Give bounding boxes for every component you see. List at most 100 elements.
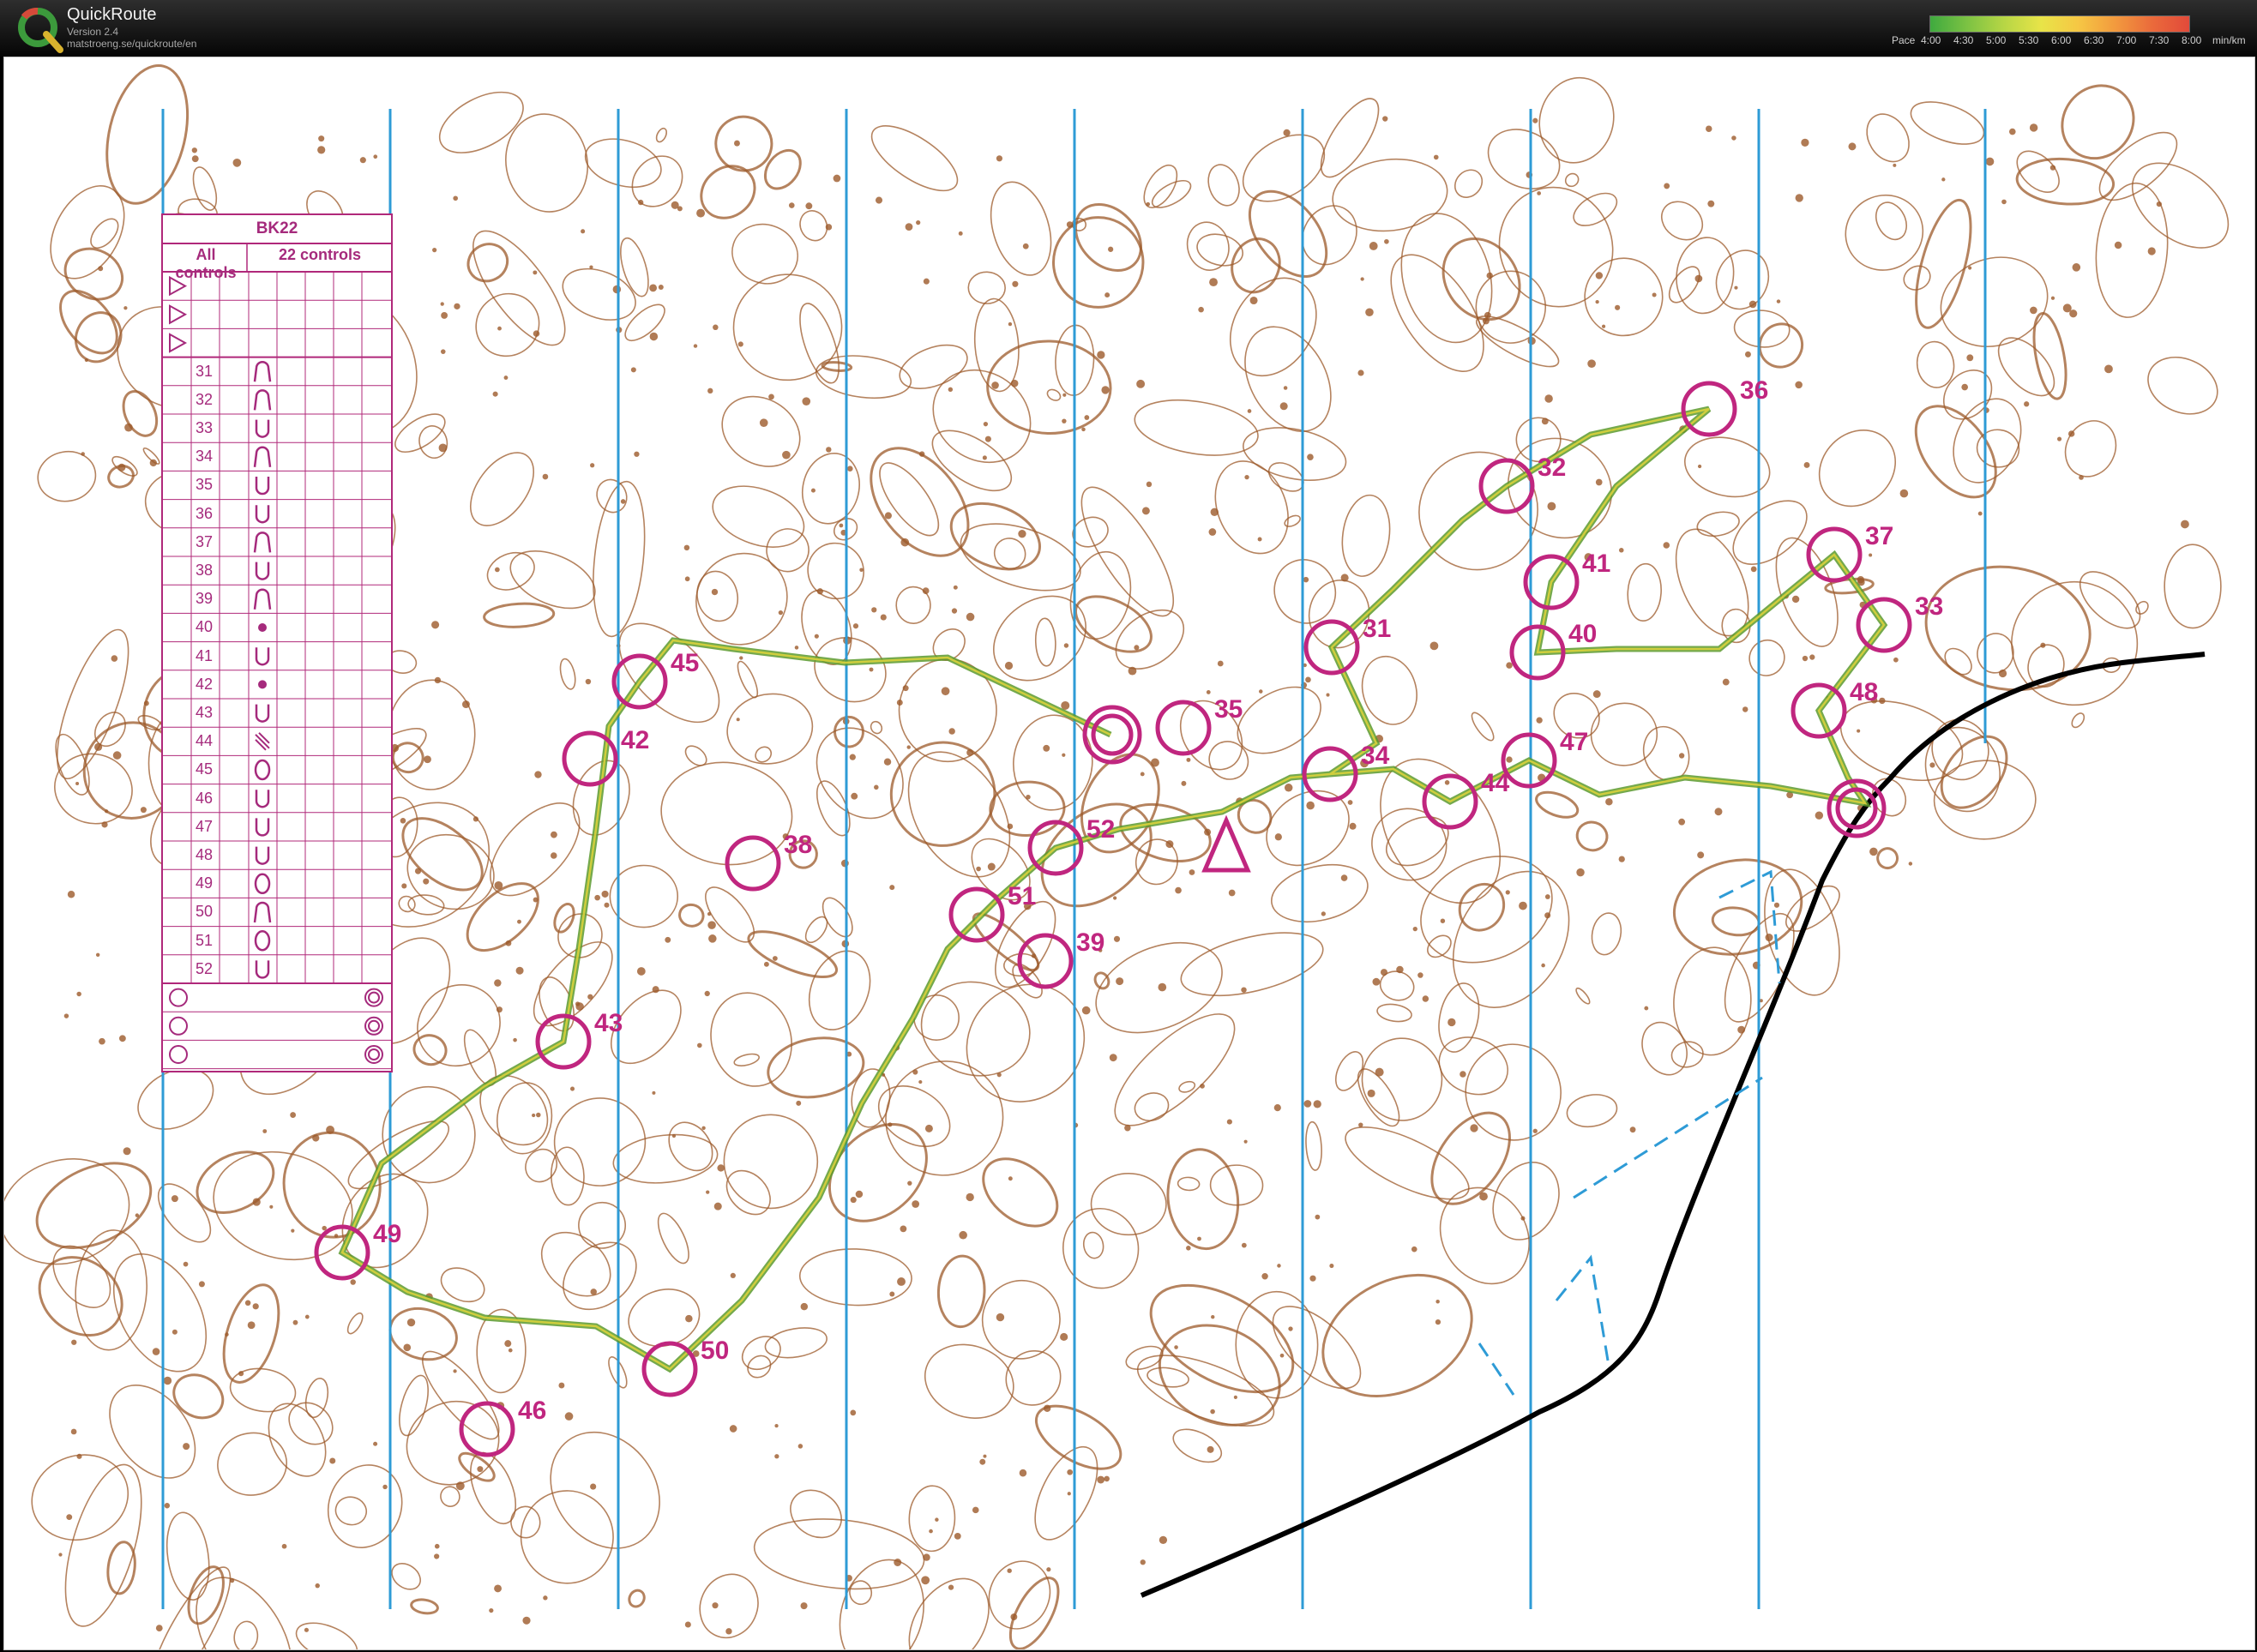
knoll-dot	[851, 792, 858, 800]
knoll-dot	[1309, 1275, 1316, 1282]
knoll-dot	[712, 1602, 719, 1609]
contour-line	[712, 485, 805, 548]
map-view[interactable]: 31 32 33 34 35 36 37 38 39 40 41 42 43 44 45 46 47 48 49 50…	[3, 57, 2255, 1650]
contour-line	[1134, 1092, 1170, 1122]
control-number: 52	[195, 959, 214, 977]
contour-line	[1538, 76, 1615, 164]
contour-line	[1376, 1003, 1412, 1023]
knoll-dot	[888, 1122, 893, 1127]
knoll-dot	[2114, 241, 2122, 249]
contour-line	[1074, 202, 1143, 272]
control-number: 44	[195, 732, 214, 750]
knoll-dot	[800, 1602, 808, 1610]
contour-line	[877, 1085, 951, 1148]
knoll-dot	[684, 1621, 691, 1628]
knoll-dot	[84, 358, 88, 363]
control-count-label: 22 controls	[278, 246, 362, 263]
knoll-dot	[440, 349, 446, 354]
knoll-dot	[729, 1425, 737, 1433]
contour-line	[1696, 511, 1740, 538]
contour-line	[936, 1254, 986, 1329]
knoll-dot	[1349, 822, 1357, 830]
knoll-dot	[140, 807, 147, 814]
knoll-dot	[759, 418, 768, 427]
knoll-dot	[954, 1532, 961, 1540]
knoll-dot	[152, 1348, 160, 1355]
knoll-dot	[2029, 123, 2038, 132]
knoll-dot	[434, 1553, 440, 1559]
knoll-dot	[1104, 292, 1110, 298]
knoll-dot	[900, 538, 910, 547]
pace-color-bar	[1929, 15, 2190, 33]
knoll-dot	[1241, 987, 1247, 993]
contour-line	[479, 1074, 549, 1146]
knoll-dot	[1124, 1124, 1131, 1132]
contour-line	[1476, 315, 1560, 368]
knoll-dot	[701, 1126, 706, 1130]
knoll-dot	[238, 1371, 244, 1377]
contour-line	[1733, 309, 1791, 348]
knoll-dot	[1748, 300, 1757, 309]
knoll-dot	[1422, 995, 1429, 1002]
knoll-dot	[453, 195, 458, 201]
contour-line	[56, 628, 129, 780]
knoll-dot	[317, 146, 326, 154]
control-number: 31	[195, 362, 214, 380]
knoll-dot	[797, 1444, 803, 1449]
knoll-dot	[1576, 868, 1585, 877]
knoll-dot	[455, 1481, 465, 1491]
contour-line	[196, 1577, 292, 1649]
contour-line	[187, 1565, 225, 1625]
knoll-dot	[504, 1340, 512, 1348]
contour-line	[550, 1146, 585, 1206]
spur-symbol-icon	[253, 389, 272, 411]
knoll-dot	[1506, 662, 1513, 669]
pace-label-6: 6:30	[2084, 34, 2104, 46]
knoll-dot	[472, 816, 478, 822]
knoll-dot	[2079, 475, 2084, 480]
contour-line	[1180, 932, 1324, 997]
knoll-dot	[1795, 381, 1803, 389]
contour-line	[973, 297, 1020, 393]
knoll-dot	[604, 902, 610, 908]
knoll-dot	[2040, 642, 2046, 648]
knoll-dot	[434, 676, 442, 684]
knoll-dot	[774, 1454, 779, 1459]
contour-line	[1875, 201, 1907, 241]
knoll-dot	[434, 1543, 440, 1549]
control-number: 32	[195, 390, 214, 408]
contour-line	[157, 1183, 212, 1243]
knoll-dot	[564, 1412, 574, 1421]
knoll-dot	[1706, 125, 1712, 132]
knoll-dot	[1136, 379, 1146, 388]
contour-line	[1438, 982, 1480, 1053]
knoll-dot	[1081, 427, 1086, 432]
knoll-dot	[1217, 660, 1224, 667]
knoll-dot	[461, 700, 470, 709]
knoll-dot	[772, 956, 778, 961]
contour-line	[755, 746, 773, 763]
knoll-dot	[966, 748, 974, 756]
knoll-dot	[1714, 808, 1723, 816]
knoll-dot	[1097, 351, 1105, 359]
knoll-dot	[587, 994, 593, 1000]
knoll-dot	[1519, 901, 1527, 910]
knoll-dot	[1384, 238, 1389, 244]
knoll-dot	[948, 387, 954, 393]
knoll-dot	[1313, 1100, 1321, 1108]
knoll-dot	[326, 1126, 335, 1134]
finish-symbol-icon	[169, 1016, 188, 1036]
knoll-dot	[2056, 436, 2062, 442]
contour-line	[1575, 820, 1609, 852]
contour-line	[438, 91, 524, 153]
knoll-dot	[704, 990, 710, 997]
contour-line	[763, 148, 802, 190]
knoll-dot	[1210, 508, 1219, 516]
contour-line	[149, 1566, 232, 1649]
knoll-dot	[1208, 528, 1217, 536]
contour-line	[520, 1490, 614, 1584]
contour-line	[401, 817, 484, 892]
contour-line	[1242, 134, 1326, 202]
finish-inner-circle	[1091, 713, 1134, 756]
knoll-dot	[839, 523, 844, 528]
